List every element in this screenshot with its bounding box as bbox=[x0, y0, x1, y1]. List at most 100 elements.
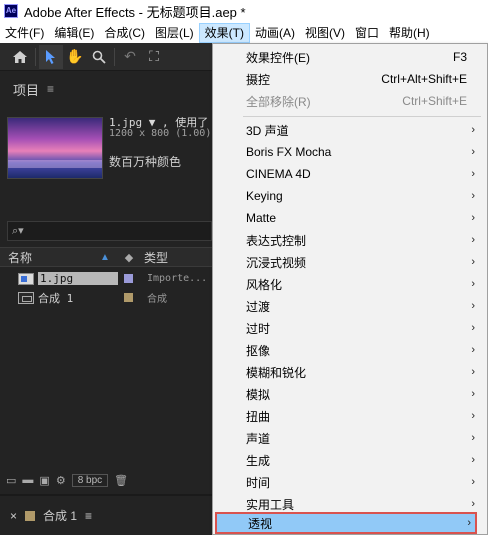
menu-item-perspective[interactable]: 透视 › bbox=[215, 512, 477, 534]
column-name-label: 名称 bbox=[8, 250, 33, 265]
home-icon[interactable] bbox=[8, 45, 32, 69]
row-name: 合成 1 bbox=[38, 291, 74, 305]
after-effects-app-icon: Ae bbox=[4, 4, 18, 18]
toolbar-divider bbox=[114, 47, 115, 66]
menu-item-stylize[interactable]: 风格化 › bbox=[213, 273, 487, 295]
menu-item-effect-controls[interactable]: 效果控件(E) F3 bbox=[213, 46, 487, 68]
toolbar-divider bbox=[35, 47, 36, 66]
rotate-icon[interactable]: ↶ bbox=[118, 45, 142, 69]
effects-menu-dropdown: 效果控件(E) F3 摄控 Ctrl+Alt+Shift+E 全部移除(R) C… bbox=[212, 43, 488, 535]
composition-tab-bar: × 合成 1 ≡ bbox=[0, 494, 212, 535]
project-search-input[interactable]: ⌕▾ bbox=[7, 221, 212, 241]
menu-view[interactable]: 视图(V) bbox=[300, 23, 350, 43]
menu-animation[interactable]: 动画(A) bbox=[250, 23, 300, 43]
menu-item-keying-cn[interactable]: 抠像 › bbox=[213, 339, 487, 361]
submenu-arrow-icon: › bbox=[471, 300, 475, 312]
submenu-arrow-icon: › bbox=[471, 344, 475, 356]
menu-item-channel[interactable]: 声道 › bbox=[213, 427, 487, 449]
window-title: Adobe After Effects - 无标题项目.aep * bbox=[24, 4, 246, 20]
close-icon[interactable]: × bbox=[10, 509, 17, 523]
settings-icon[interactable]: ⚙ bbox=[56, 474, 66, 487]
menu-separator bbox=[243, 116, 481, 117]
menu-composition[interactable]: 合成(C) bbox=[99, 23, 150, 43]
menu-item-matte[interactable]: Matte › bbox=[213, 207, 487, 229]
shortcut-label: F3 bbox=[452, 50, 467, 64]
submenu-arrow-icon: › bbox=[471, 190, 475, 202]
submenu-arrow-icon: › bbox=[471, 256, 475, 268]
bit-depth-button[interactable]: 8 bpc bbox=[71, 473, 109, 487]
submenu-arrow-icon: › bbox=[471, 322, 475, 334]
menu-item-immersive-video[interactable]: 沉浸式视频 › bbox=[213, 251, 487, 273]
column-name-header[interactable]: 名称 bbox=[0, 249, 100, 266]
menu-item-blur-sharpen[interactable]: 模糊和锐化 › bbox=[213, 361, 487, 383]
panel-menu-icon[interactable]: ≡ bbox=[47, 82, 54, 96]
project-panel-footer: ▭ ▬ ▣ ⚙ 8 bpc 🗑 bbox=[0, 470, 212, 490]
menu-window[interactable]: 窗口 bbox=[350, 23, 384, 43]
column-type-header[interactable]: 类型 bbox=[140, 249, 212, 266]
zoom-icon[interactable] bbox=[87, 45, 111, 69]
submenu-arrow-icon: › bbox=[471, 168, 475, 180]
menu-item-camera-control[interactable]: 摄控 Ctrl+Alt+Shift+E bbox=[213, 68, 487, 90]
menu-bar: 文件(F) 编辑(E) 合成(C) 图层(L) 效果(T) 动画(A) 视图(V… bbox=[0, 22, 488, 43]
menu-item-distort[interactable]: 扭曲 › bbox=[213, 405, 487, 427]
interpret-footage-icon[interactable]: ▭ bbox=[6, 474, 16, 487]
menu-item-boris-fx-mocha[interactable]: Boris FX Mocha › bbox=[213, 141, 487, 163]
search-icon: ⌕▾ bbox=[12, 225, 24, 237]
project-panel-title[interactable]: 项目 bbox=[13, 80, 39, 99]
menu-item-cinema-4d[interactable]: CINEMA 4D › bbox=[213, 163, 487, 185]
label-color-swatch[interactable] bbox=[124, 274, 133, 283]
submenu-arrow-icon: › bbox=[471, 388, 475, 400]
new-folder-icon[interactable]: ▬ bbox=[22, 474, 33, 486]
project-panel: 项目 ≡ 1.jpg ▼ , 使用了 1200 x 800 (1.00) 数百万… bbox=[0, 71, 212, 491]
table-row[interactable]: 合成 1 合成 bbox=[0, 288, 212, 307]
selection-arrow-icon[interactable] bbox=[39, 44, 63, 69]
project-column-header: 名称 ▲ ◆ 类型 bbox=[0, 247, 212, 267]
menu-item-transition[interactable]: 过渡 › bbox=[213, 295, 487, 317]
sort-ascending-icon[interactable]: ▲ bbox=[100, 252, 118, 263]
row-name: 1.jpg bbox=[38, 272, 118, 285]
footage-thumbnail bbox=[7, 117, 103, 179]
menu-item-generate[interactable]: 生成 › bbox=[213, 449, 487, 471]
submenu-arrow-icon: › bbox=[471, 366, 475, 378]
composition-color-swatch bbox=[25, 510, 36, 521]
hand-icon[interactable]: ✋ bbox=[63, 45, 87, 69]
column-type-label: 类型 bbox=[144, 250, 169, 265]
menu-item-remove-all: 全部移除(R) Ctrl+Shift+E bbox=[246, 94, 467, 109]
submenu-arrow-icon: › bbox=[471, 410, 475, 422]
menu-layer[interactable]: 图层(L) bbox=[150, 23, 199, 43]
submenu-arrow-icon: › bbox=[471, 476, 475, 488]
submenu-arrow-icon: › bbox=[471, 146, 475, 158]
menu-help[interactable]: 帮助(H) bbox=[384, 23, 435, 43]
menu-item-keying[interactable]: Keying › bbox=[213, 185, 487, 207]
menu-file[interactable]: 文件(F) bbox=[0, 23, 49, 43]
table-row[interactable]: 1.jpg Importe... bbox=[0, 269, 212, 288]
shortcut-label: Ctrl+Alt+Shift+E bbox=[381, 72, 467, 86]
submenu-arrow-icon: › bbox=[471, 124, 475, 136]
menu-item-simulation[interactable]: 模拟 › bbox=[213, 383, 487, 405]
new-composition-icon[interactable]: ▣ bbox=[39, 474, 49, 487]
composition-tab-label[interactable]: 合成 1 bbox=[43, 507, 77, 524]
submenu-arrow-icon: › bbox=[471, 278, 475, 290]
menu-item-expression-controls[interactable]: 表达式控制 › bbox=[213, 229, 487, 251]
project-panel-header: 项目 ≡ bbox=[0, 71, 212, 107]
submenu-arrow-icon: › bbox=[471, 234, 475, 246]
footage-file-icon bbox=[18, 272, 34, 285]
submenu-arrow-icon: › bbox=[471, 498, 475, 510]
menu-item-obsolete[interactable]: 过时 › bbox=[213, 317, 487, 339]
menu-edit[interactable]: 编辑(E) bbox=[49, 23, 99, 43]
row-type: 合成 bbox=[147, 294, 167, 305]
panel-menu-icon[interactable]: ≡ bbox=[85, 509, 92, 523]
label-color-swatch[interactable] bbox=[124, 293, 133, 302]
camera-orbit-icon[interactable]: ⛶ bbox=[142, 45, 166, 69]
label-tag-icon[interactable]: ◆ bbox=[118, 251, 140, 264]
menu-item-3d-channel[interactable]: 3D 声道 › bbox=[213, 119, 487, 141]
selected-file-color-depth: 数百万种颜色 bbox=[109, 155, 182, 169]
composition-icon bbox=[18, 291, 34, 304]
menu-effect[interactable]: 效果(T) bbox=[198, 22, 250, 43]
shortcut-label: Ctrl+Shift+E bbox=[402, 94, 467, 108]
submenu-arrow-icon: › bbox=[467, 517, 471, 529]
trash-icon[interactable]: 🗑 bbox=[114, 474, 128, 487]
title-bar: Ae Adobe After Effects - 无标题项目.aep * bbox=[0, 0, 488, 22]
menu-item-time[interactable]: 时间 › bbox=[213, 471, 487, 493]
submenu-arrow-icon: › bbox=[471, 212, 475, 224]
